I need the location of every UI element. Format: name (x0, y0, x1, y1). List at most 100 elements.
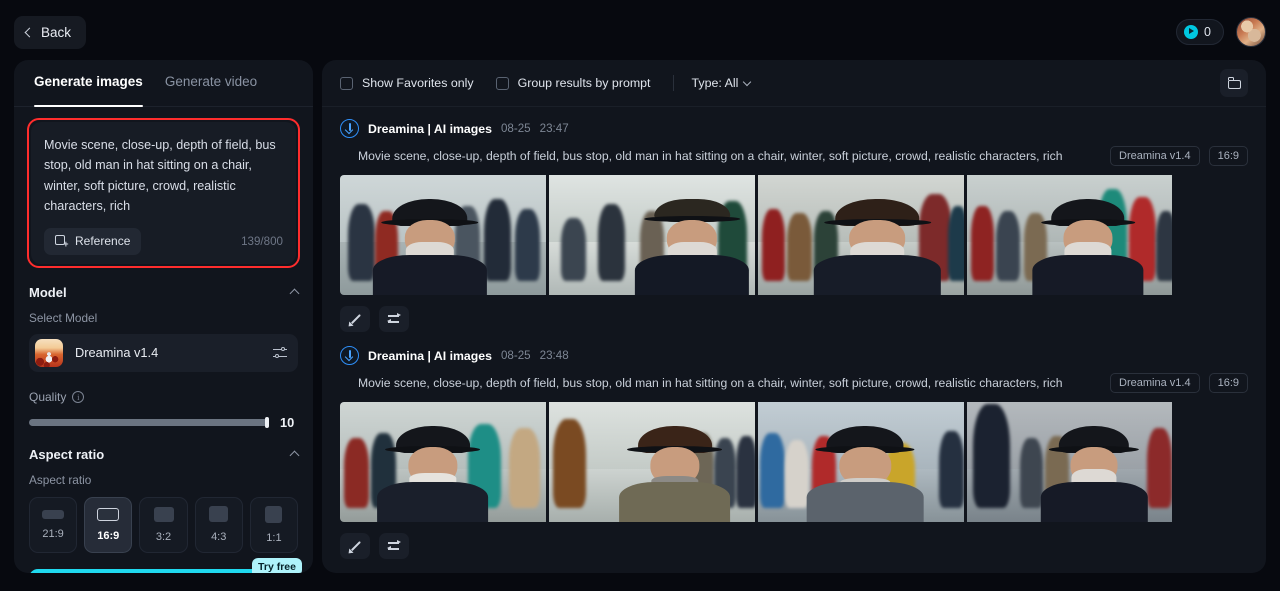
reference-button[interactable]: + Reference (44, 227, 142, 255)
model-thumbnail (35, 338, 63, 367)
selected-model-name: Dreamina v1.4 (75, 345, 159, 361)
result-image[interactable] (758, 175, 964, 295)
folder-icon (1227, 77, 1241, 89)
result-time: 23:48 (539, 349, 569, 362)
group-results-label: Group results by prompt (517, 76, 651, 90)
ratio-glyph (265, 505, 283, 523)
result-header: Dreamina | AI images 08-25 23:48 (340, 346, 1248, 365)
result-image[interactable] (549, 175, 755, 295)
model-section-header[interactable]: Model (14, 285, 313, 300)
result-actions (340, 306, 1248, 332)
edit-pencil-icon (349, 313, 362, 326)
quality-header: Quality i (14, 390, 313, 404)
prompt-input[interactable]: Movie scene, close-up, depth of field, b… (44, 135, 283, 217)
result-ratio-pill: 16:9 (1208, 146, 1248, 166)
aspect-ratio-label: Aspect ratio (29, 472, 92, 487)
result-image[interactable] (967, 402, 1172, 522)
add-image-icon: + (55, 235, 69, 249)
back-button[interactable]: Back (14, 15, 87, 49)
back-button-label: Back (41, 24, 72, 40)
aspect-option-4-3[interactable]: 4:3 (194, 496, 243, 553)
show-favorites-only-label: Show Favorites only (362, 76, 474, 90)
aspect-option-1-1[interactable]: 1:1 (249, 496, 299, 553)
aspect-section-header[interactable]: Aspect ratio (14, 447, 313, 462)
result-ratio-pill: 16:9 (1208, 373, 1248, 393)
regenerate-button[interactable] (379, 533, 409, 559)
checkbox-icon (495, 76, 509, 90)
tab-generate-video[interactable]: Generate video (165, 74, 257, 106)
aspect-option-label: 16:9 (97, 529, 120, 542)
group-results-checkbox[interactable]: Group results by prompt (495, 76, 651, 90)
credits-badge[interactable]: 0 (1176, 19, 1224, 45)
generate-area: Generate 0 Try free (29, 557, 302, 573)
tab-generate-images[interactable]: Generate images (34, 74, 143, 107)
result-time: 23:47 (539, 122, 569, 135)
chevron-up-icon[interactable] (289, 450, 300, 461)
aspect-section-title: Aspect ratio (29, 446, 105, 462)
regenerate-button[interactable] (379, 306, 409, 332)
result-image-row (340, 175, 1248, 295)
prompt-highlight-frame: Movie scene, close-up, depth of field, b… (27, 118, 300, 268)
result-image[interactable] (758, 402, 964, 522)
user-avatar[interactable] (1236, 17, 1266, 47)
ratio-glyph (97, 507, 120, 521)
result-date: 08-25 (500, 122, 531, 135)
result-group: Dreamina | AI images 08-25 23:48 Movie s… (340, 332, 1248, 559)
aspect-option-21-9[interactable]: 21:9 (29, 496, 78, 553)
regenerate-swap-icon (387, 313, 401, 325)
quality-slider[interactable] (29, 416, 269, 428)
regenerate-swap-icon (387, 540, 401, 552)
type-filter-dropdown[interactable]: Type: All (691, 76, 752, 90)
results-scroll-area[interactable]: Dreamina | AI images 08-25 23:47 Movie s… (322, 107, 1266, 573)
aspect-option-label: 21:9 (42, 527, 64, 540)
chevron-down-icon (743, 77, 752, 86)
quality-slider-row: 10 (14, 415, 313, 430)
edit-button[interactable] (340, 533, 370, 559)
result-prompt-row: Movie scene, close-up, depth of field, b… (340, 373, 1248, 393)
ratio-glyph (209, 506, 229, 523)
try-free-badge[interactable]: Try free (252, 557, 302, 573)
character-counter: 139/800 (241, 234, 283, 248)
quality-label: Quality (29, 389, 67, 404)
aspect-option-3-2[interactable]: 3:2 (139, 496, 188, 553)
prompt-box[interactable]: Movie scene, close-up, depth of field, b… (31, 122, 296, 264)
credits-value: 0 (1204, 25, 1211, 39)
prompt-footer: + Reference 139/800 (44, 227, 283, 255)
reference-button-label: Reference (75, 234, 131, 249)
result-image[interactable] (340, 402, 546, 522)
ratio-glyph (42, 509, 65, 519)
type-filter-label: Type: All (691, 76, 739, 90)
top-bar: Back 0 (0, 0, 1280, 64)
result-image[interactable] (340, 175, 546, 295)
aspect-option-label: 4:3 (211, 531, 227, 544)
result-image-row (340, 402, 1248, 522)
sidebar-tabs: Generate images Generate video (14, 60, 313, 107)
aspect-option-label: 3:2 (155, 530, 172, 543)
chevron-up-icon[interactable] (289, 288, 300, 299)
ratio-glyph (153, 506, 174, 522)
result-image[interactable] (967, 175, 1172, 295)
select-model-label: Select Model (29, 310, 98, 325)
show-favorites-only-checkbox[interactable]: Show Favorites only (340, 76, 474, 90)
model-selector[interactable]: Dreamina v1.4 (29, 333, 298, 372)
download-complete-icon (340, 119, 359, 138)
toolbar-divider (672, 75, 674, 91)
collections-button[interactable] (1220, 69, 1248, 97)
sliders-icon[interactable] (273, 346, 287, 360)
result-prompt: Movie scene, close-up, depth of field, b… (358, 376, 1063, 390)
result-header: Dreamina | AI images 08-25 23:47 (340, 119, 1248, 138)
result-image[interactable] (549, 402, 755, 522)
aspect-option-16-9[interactable]: 16:9 (84, 496, 133, 553)
credit-coin-icon (1184, 25, 1199, 39)
generation-sidebar: Generate images Generate video Movie sce… (14, 60, 313, 573)
result-model-pill: Dreamina v1.4 (1110, 373, 1200, 393)
result-group: Dreamina | AI images 08-25 23:47 Movie s… (340, 107, 1248, 332)
quality-value: 10 (280, 414, 295, 430)
info-icon[interactable]: i (72, 390, 85, 403)
edit-button[interactable] (340, 306, 370, 332)
result-actions (340, 533, 1248, 559)
quality-slider-knob[interactable] (265, 416, 269, 428)
edit-pencil-icon (349, 540, 362, 553)
aspect-option-label: 1:1 (266, 531, 282, 544)
result-prompt-row: Movie scene, close-up, depth of field, b… (340, 146, 1248, 166)
